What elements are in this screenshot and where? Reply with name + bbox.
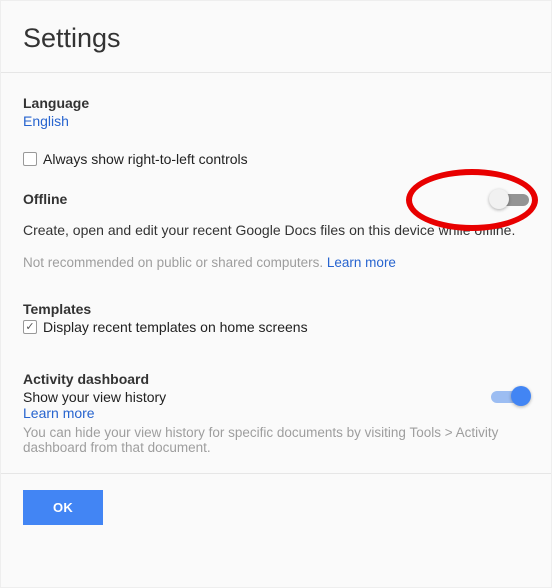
templates-checkbox-label: Display recent templates on home screens [43,319,308,335]
toggle-thumb [511,386,531,406]
offline-learn-more-link[interactable]: Learn more [327,255,396,270]
offline-hint: Not recommended on public or shared comp… [23,255,529,270]
language-label: Language [23,95,529,111]
templates-checkbox[interactable] [23,320,37,334]
toggle-thumb [489,189,509,209]
show-history-label: Show your view history [23,389,166,405]
offline-label: Offline [23,191,67,207]
page-title: Settings [23,23,529,54]
rtl-checkbox-label: Always show right-to-left controls [43,151,248,167]
templates-label: Templates [23,301,529,317]
activity-row: Show your view history [23,389,529,405]
activity-learn-more-link[interactable]: Learn more [23,405,95,421]
offline-row: Offline [23,191,529,209]
offline-description: Create, open and edit your recent Google… [23,221,529,241]
activity-label: Activity dashboard [23,371,529,387]
ok-button[interactable]: OK [23,490,103,525]
activity-hint: You can hide your view history for speci… [23,425,529,455]
language-link[interactable]: English [23,113,69,129]
offline-toggle[interactable] [491,193,529,207]
activity-toggle[interactable] [491,390,529,404]
rtl-checkbox[interactable] [23,152,37,166]
